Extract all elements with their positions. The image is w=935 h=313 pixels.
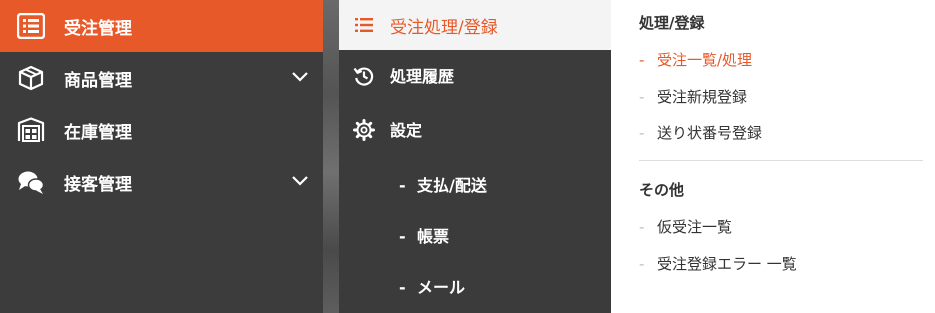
box-icon (18, 65, 44, 91)
settings-child-mail[interactable]: - メール (399, 274, 465, 298)
main-nav-item-inventory[interactable]: 在庫管理 (0, 104, 323, 156)
panel-link-label: 送り状番号登録 (657, 124, 763, 142)
section-title: 処理/登録 (639, 14, 705, 32)
panel-link-order-list[interactable]: - 受注一覧/処理 (639, 49, 752, 70)
sub-nav-item-label: 処理履歴 (390, 67, 455, 86)
panel-link-order-errors[interactable]: - 受注登録エラー 一覧 (639, 253, 797, 274)
sub-nav-item-label: 設定 (390, 121, 423, 140)
settings-child-label: 支払/配送 (417, 176, 487, 195)
panel-link-tracking-number[interactable]: - 送り状番号登録 (639, 122, 762, 143)
sub-nav-header-label: 受注処理/登録 (390, 18, 498, 38)
panel-link-provisional-orders[interactable]: - 仮受注一覧 (639, 216, 732, 237)
main-nav-label: 商品管理 (64, 70, 132, 91)
list-lines-icon (355, 18, 373, 32)
panel-link-label: 受注登録エラー 一覧 (657, 255, 797, 273)
settings-child-payment-shipping[interactable]: - 支払/配送 (399, 172, 487, 196)
main-nav-label: 受注管理 (64, 18, 132, 39)
settings-child-label: メール (417, 278, 466, 297)
panel-link-new-order[interactable]: - 受注新規登録 (639, 86, 747, 107)
list-icon (17, 13, 45, 39)
submenu-panel: 処理/登録 - 受注一覧/処理 - 受注新規登録 - 送り状番号登録 その他 - 仮受注… (611, 0, 935, 313)
main-nav-item-orders[interactable]: 受注管理 (0, 0, 323, 52)
main-nav-label: 在庫管理 (64, 122, 132, 143)
main-nav-label: 接客管理 (64, 174, 132, 195)
sub-navigation: 受注処理/登録 処理履歴 設定 - 支払/配送 - 帳票 - メール (339, 0, 611, 313)
main-nav-item-products[interactable]: 商品管理 (0, 52, 323, 104)
main-navigation: 受注管理 商品管理 在庫管理 接客管理 (0, 0, 323, 313)
settings-child-label: 帳票 (417, 227, 450, 246)
settings-child-forms[interactable]: - 帳票 (399, 223, 449, 247)
gear-icon (353, 119, 375, 141)
history-icon (353, 67, 374, 86)
chevron-down-icon[interactable] (291, 71, 309, 83)
sub-nav-header-order-processing[interactable]: 受注処理/登録 (339, 0, 611, 50)
warehouse-icon (17, 117, 45, 142)
panel-link-label: 受注一覧/処理 (657, 51, 753, 69)
panel-link-label: 受注新規登録 (657, 88, 748, 106)
section-title: その他 (639, 181, 685, 199)
section-divider (639, 160, 923, 161)
chevron-down-icon[interactable] (291, 175, 309, 187)
main-nav-item-customer-service[interactable]: 接客管理 (0, 156, 323, 208)
panel-link-label: 仮受注一覧 (657, 218, 733, 236)
background-photo-strip (323, 0, 339, 313)
chat-bubbles-icon (18, 171, 45, 194)
